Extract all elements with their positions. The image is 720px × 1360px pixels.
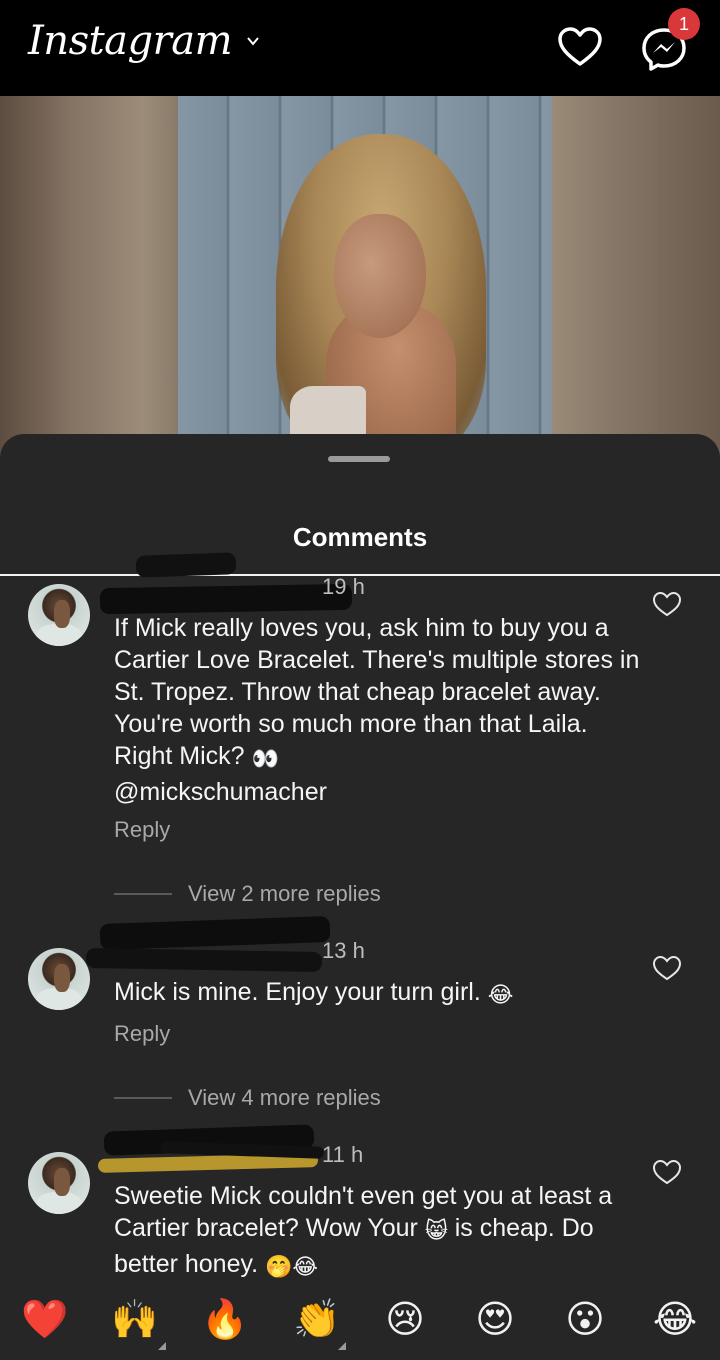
emoji-reaction-bar: ❤️ 🙌 🔥 👏 😢 😍 😮 😂 [0, 1280, 720, 1360]
comment-time: 19 h [322, 574, 365, 599]
instagram-logo[interactable]: Instagram [28, 18, 260, 64]
divider [114, 893, 172, 895]
eyes-emoji: 👀 [251, 747, 279, 772]
reply-button[interactable]: Reply [114, 817, 170, 843]
comment-time: 13 h [322, 938, 365, 963]
fire-emoji-button[interactable]: 🔥 [200, 1294, 250, 1344]
comments-sheet: Comments 19 h If Mick really loves you, … [0, 434, 720, 1360]
view-more-replies[interactable]: View 4 more replies [188, 1085, 381, 1111]
redacted-username [99, 915, 331, 951]
view-more-replies[interactable]: View 2 more replies [188, 881, 381, 907]
comment-text: If Mick really loves you, ask him to buy… [114, 614, 640, 806]
clap-emoji-button[interactable]: 👏 [292, 1294, 342, 1344]
mention-link[interactable]: @mickschumacher [114, 778, 327, 806]
heart-emoji-button[interactable]: ❤️ [20, 1294, 70, 1344]
skin-tone-indicator [338, 1342, 346, 1350]
raised-hands-emoji-button[interactable]: 🙌 [110, 1294, 160, 1344]
laughing-emoji-button[interactable]: 😂 [650, 1294, 700, 1344]
post-image[interactable] [0, 96, 720, 456]
app-name: Instagram [28, 18, 233, 64]
heart-eyes-emoji-button[interactable]: 😍 [470, 1294, 520, 1344]
redacted-username [99, 583, 353, 615]
avatar[interactable] [28, 1152, 90, 1214]
top-bar: Instagram 1 [0, 0, 720, 96]
like-heart-icon[interactable] [652, 1158, 682, 1186]
redacted-username [85, 947, 323, 973]
drag-handle[interactable] [328, 456, 390, 462]
redacted-username [135, 552, 237, 578]
activity-heart-icon[interactable] [556, 24, 604, 72]
sheet-title: Comments [292, 522, 428, 552]
reply-button[interactable]: Reply [114, 1021, 170, 1047]
avatar[interactable] [28, 584, 90, 646]
divider [114, 1097, 172, 1099]
comment-text: Mick is mine. Enjoy your turn girl. 😂 [114, 976, 644, 1012]
like-heart-icon[interactable] [652, 590, 682, 618]
comment-time: 11 h [322, 1142, 364, 1167]
laughing-emoji: 😂 [487, 983, 514, 1008]
skin-tone-indicator [158, 1342, 166, 1350]
crying-emoji-button[interactable]: 😢 [380, 1294, 430, 1344]
surprised-emoji-button[interactable]: 😮 [560, 1294, 610, 1344]
like-heart-icon[interactable] [652, 954, 682, 982]
cat-emoji: 😸 [424, 1219, 448, 1244]
notification-badge: 1 [668, 8, 700, 40]
chevron-down-icon [247, 37, 259, 46]
avatar[interactable] [28, 948, 90, 1010]
comment-text: Sweetie Mick couldn't even get you at le… [114, 1180, 614, 1284]
